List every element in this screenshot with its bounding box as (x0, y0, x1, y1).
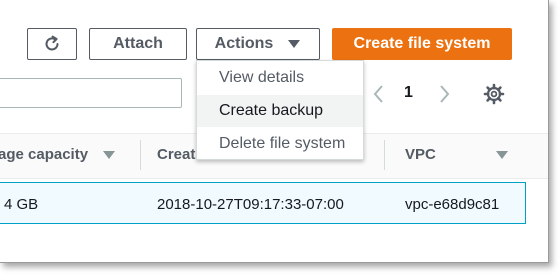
create-file-system-button[interactable]: Create file system (332, 28, 512, 60)
file-systems-panel: Attach Actions Create file system 1 age … (0, 0, 549, 263)
attach-button[interactable]: Attach (89, 28, 187, 60)
caret-down-icon (288, 40, 301, 48)
menu-item-delete-file-system[interactable]: Delete file system (197, 128, 363, 160)
actions-label: Actions (214, 35, 274, 52)
column-header-storage-capacity[interactable]: age capacity (0, 146, 88, 163)
refresh-icon (45, 35, 59, 51)
sort-desc-icon[interactable] (102, 150, 116, 160)
sort-desc-icon[interactable] (495, 150, 509, 160)
search-input[interactable] (0, 78, 182, 108)
vpc-cell: vpc-e68d9c81 (405, 196, 500, 213)
menu-item-view-details[interactable]: View details (197, 62, 363, 94)
column-header-vpc[interactable]: VPC (405, 146, 436, 163)
column-header-creation-time[interactable]: Creat (157, 146, 195, 163)
actions-dropdown-menu: View details Create backup Delete file s… (196, 60, 364, 160)
column-divider (140, 140, 141, 170)
storage-capacity-cell: 4 GB (4, 196, 39, 213)
creation-time-cell: 2018-10-27T09:17:33-07:00 (157, 196, 344, 213)
previous-page-icon[interactable] (369, 81, 389, 107)
refresh-button[interactable] (27, 28, 77, 60)
menu-item-create-backup[interactable]: Create backup (197, 95, 363, 127)
gear-icon[interactable] (482, 82, 506, 106)
actions-dropdown-button[interactable]: Actions (196, 28, 320, 60)
column-divider (384, 140, 385, 170)
current-page-number[interactable]: 1 (404, 84, 413, 102)
next-page-icon[interactable] (434, 81, 454, 107)
